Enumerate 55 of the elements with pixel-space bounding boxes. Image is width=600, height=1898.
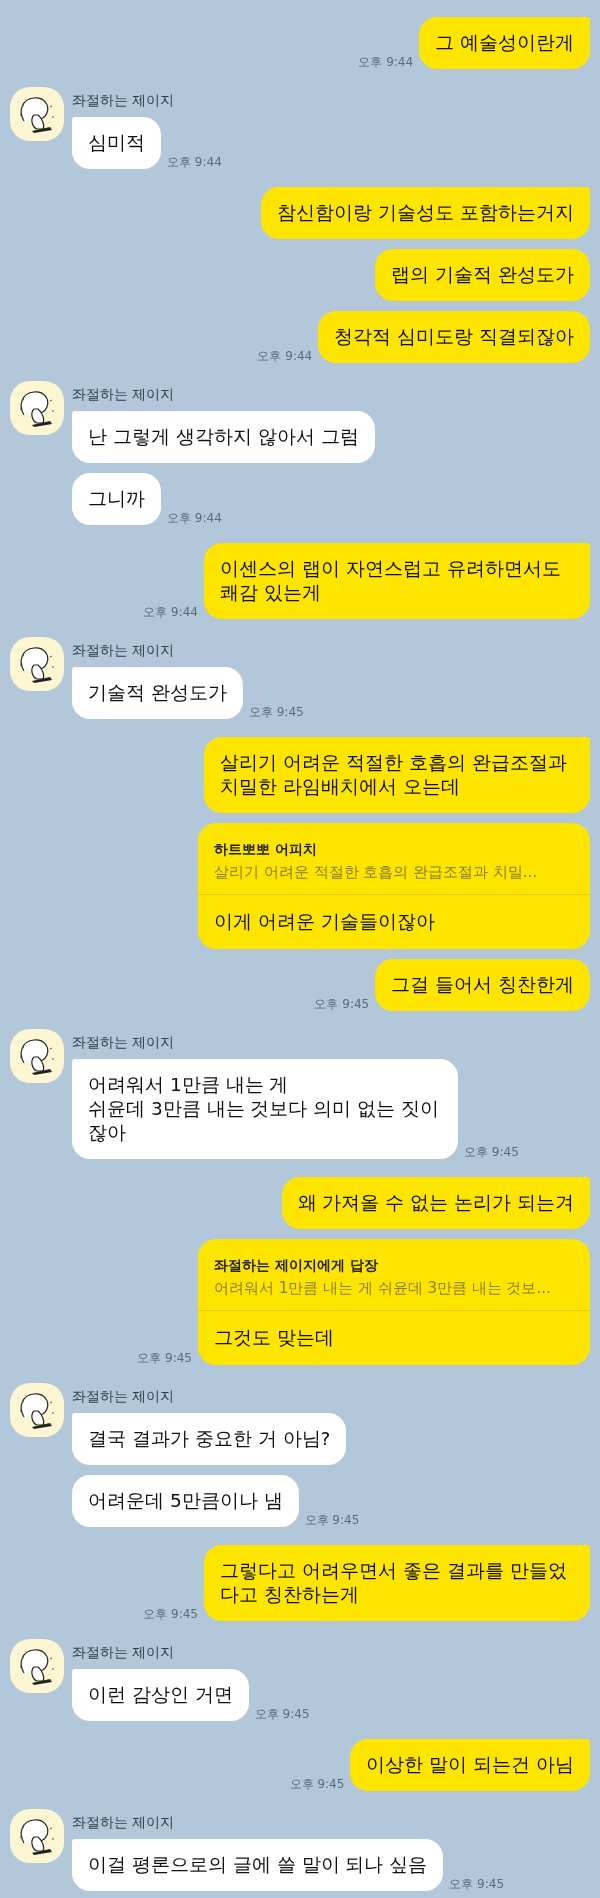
message-time: 오후 9:45 [137,1351,192,1365]
message-bubble: 그 예술성이란게 [419,17,590,69]
message-bubble: 청각적 심미도랑 직결되잖아 [318,311,590,363]
reply-quote[interactable]: 하트뽀뽀 어피치 살리기 어려운 적절한 호흡의 완급조절과 치밀... [198,823,590,895]
message-bubble: 심미적 [72,117,161,169]
message-bubble: 랩의 기술적 완성도가 [375,249,590,301]
message-bubble: 살리기 어려운 적절한 호흡의 완급조절과 치밀한 라임배치에서 오는데 [204,737,590,813]
sender-name: 좌절하는 제이지 [72,92,176,109]
message-bubble: 그니까 [72,473,161,525]
avatar-icon[interactable] [10,1639,64,1693]
message-time: 오후 9:44 [167,155,222,169]
reply-quote[interactable]: 좌절하는 제이지에게 답장 어려워서 1만큼 내는 게 쉬윤데 3만큼 내는 것보... [198,1239,590,1311]
sender-name: 좌절하는 제이지 [72,1644,176,1661]
sender-name: 좌절하는 제이지 [72,1388,176,1405]
message-time: 오후 9:44 [143,605,198,619]
message-time: 오후 9:45 [248,705,304,719]
avatar-icon[interactable] [10,637,64,691]
message-bubble: 어려운데 5만큼이나 냄 [72,1475,299,1527]
sender-name: 좌절하는 제이지 [72,1034,176,1051]
message-time: 오후 9:44 [257,349,313,363]
message-time: 오후 9:44 [167,511,222,525]
avatar-icon[interactable] [10,1809,64,1863]
message-bubble: 결국 결과가 중요한 거 아님? [72,1413,347,1465]
message-time: 오후 9:45 [304,1513,360,1527]
message-bubble: 이센스의 랩이 자연스럽고 유려하면서도 쾌감 있는게 [204,543,590,619]
message-time: 오후 9:44 [358,55,414,69]
message-bubble: 이걸 평론으로의 글에 쓸 말이 되나 싶음 [72,1839,444,1891]
avatar-icon[interactable] [10,1029,64,1083]
message-bubble: 어려워서 1만큼 내는 게 쉬윤데 3만큼 내는 것보다 의미 없는 짓이잖아 [72,1059,458,1159]
message-time: 오후 9:45 [143,1607,198,1621]
sender-name: 좌절하는 제이지 [72,386,176,403]
message-bubble: 왜 가져올 수 없는 논리가 되는겨 [281,1177,590,1229]
sender-name: 좌절하는 제이지 [72,1814,176,1831]
message-bubble: 이상한 말이 되는건 아님 [350,1739,590,1791]
message-time: 오후 9:45 [449,1877,505,1891]
avatar-icon[interactable] [10,381,64,435]
message-bubble: 이런 감상인 거면 [72,1669,249,1721]
message-time: 오후 9:45 [464,1145,519,1159]
message-time: 오후 9:45 [254,1707,310,1721]
quoted-text: 어려워서 1만큼 내는 게 쉬윤데 3만큼 내는 것보... [214,1279,552,1298]
avatar-icon[interactable] [10,87,64,141]
message-time: 오후 9:45 [314,997,370,1011]
message-bubble: 그렇다고 어려우면서 좋은 결과를 만들었다고 칭찬하는게 [204,1545,590,1621]
reply-target: 하트뽀뽀 어피치 [214,841,318,859]
sender-name: 좌절하는 제이지 [72,642,176,659]
message-bubble: 그걸 들어서 칭찬한게 [375,959,590,1011]
message-text: 이게 어려운 기술들이잖아 [213,909,437,934]
message-bubble: 난 그렇게 생각하지 않아서 그럼 [72,411,375,463]
message-bubble: 참신함이랑 기술성도 포함하는거지 [261,187,590,239]
message-text: 그것도 맞는데 [213,1325,336,1350]
message-bubble: 기술적 완성도가 [72,667,243,719]
reply-target: 좌절하는 제이지에게 답장 [214,1257,379,1275]
avatar-icon[interactable] [10,1383,64,1437]
quoted-text: 살리기 어려운 적절한 호흡의 완급조절과 치밀... [214,863,539,882]
message-time: 오후 9:45 [289,1777,345,1791]
